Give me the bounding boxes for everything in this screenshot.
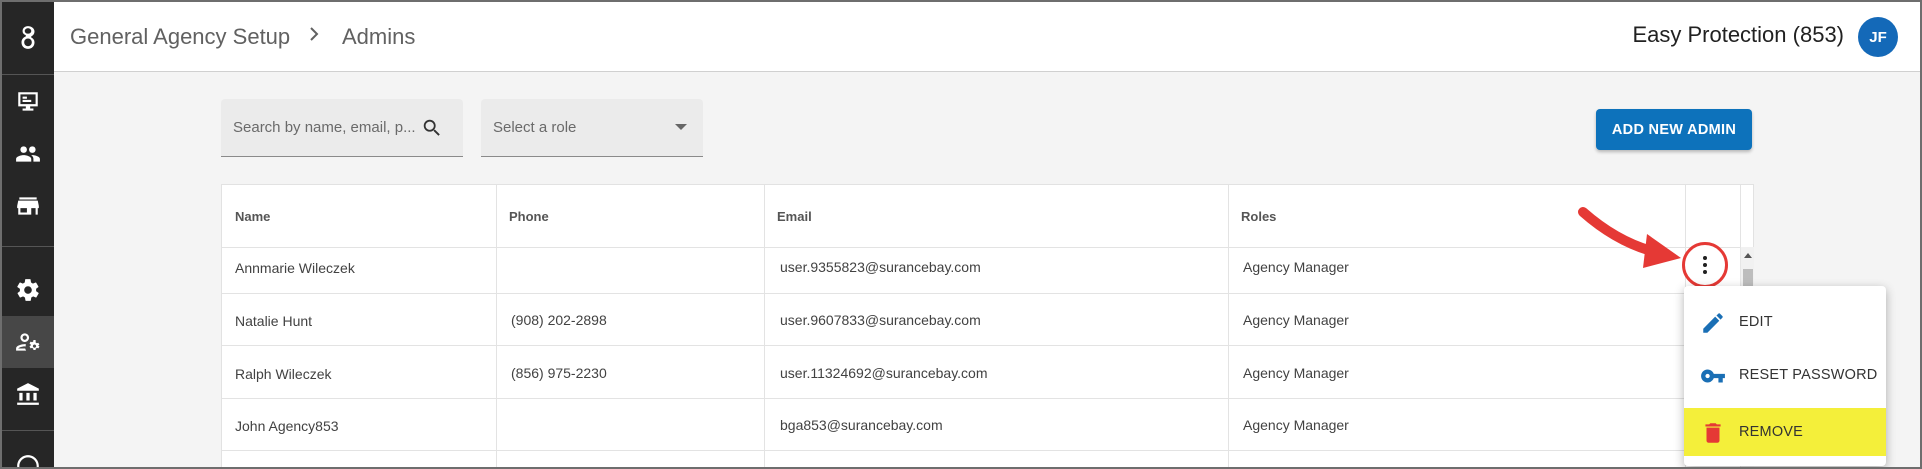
search-input[interactable]: Search by name, email, p... <box>233 119 416 136</box>
scroll-up-icon[interactable] <box>1744 253 1752 258</box>
role-select[interactable]: Select a role <box>481 99 703 157</box>
row-actions-menu: EDIT RESET PASSWORD REMOVE <box>1684 286 1886 466</box>
column-header-phone[interactable]: Phone <box>509 209 549 224</box>
menu-item-label: REMOVE <box>1739 424 1804 440</box>
sidebar-item-store[interactable] <box>2 180 54 232</box>
annotation-arrow-icon <box>1578 207 1681 268</box>
logo-icon <box>21 26 35 49</box>
cell-role: Agency Manager <box>1243 312 1349 328</box>
trash-icon <box>1705 423 1721 443</box>
column-header-roles[interactable]: Roles <box>1241 209 1276 224</box>
avatar[interactable]: JF <box>1858 17 1898 57</box>
column-header-email[interactable]: Email <box>777 209 812 224</box>
cell-email: bga853@surancebay.com <box>780 417 943 433</box>
cell-email: user.9607833@surancebay.com <box>780 312 981 328</box>
menu-item-label: EDIT <box>1739 314 1773 330</box>
sidebar-item-settings[interactable] <box>2 264 54 316</box>
people-icon <box>16 146 40 162</box>
cell-phone: (908) 202-2898 <box>511 312 607 328</box>
menu-item-label: RESET PASSWORD <box>1739 367 1878 383</box>
bank-icon <box>17 383 39 405</box>
sidebar-item-more[interactable] <box>2 440 54 467</box>
storefront-icon <box>17 197 39 215</box>
monitor-icon <box>18 92 38 111</box>
key-icon <box>1701 369 1725 383</box>
gear-icon <box>17 279 39 301</box>
app-window: General Agency Setup Admins Easy Protect… <box>2 2 1920 467</box>
search-field[interactable]: Search by name, email, p... <box>221 99 463 157</box>
add-new-admin-button[interactable]: ADD NEW ADMIN <box>1596 109 1752 150</box>
sidebar-item-dashboard[interactable] <box>2 76 54 128</box>
cell-name: Natalie Hunt <box>235 313 313 329</box>
cell-role: Agency Manager <box>1243 365 1349 381</box>
app-logo[interactable] <box>2 12 54 64</box>
circle-icon <box>17 455 39 467</box>
user-settings-icon <box>16 333 40 351</box>
cell-role: Agency Manager <box>1243 417 1349 433</box>
cell-phone: (856) 975-2230 <box>511 365 607 381</box>
admins-table: Name Phone Email Roles Annmarie Wileczek… <box>221 184 1754 467</box>
top-header: General Agency Setup Admins Easy Protect… <box>54 2 1920 72</box>
search-icon[interactable] <box>421 117 443 139</box>
role-select-placeholder: Select a role <box>493 119 577 136</box>
pencil-icon <box>1703 313 1723 333</box>
cell-name: Annmarie Wileczek <box>235 260 355 276</box>
cell-name: Ralph Wileczek <box>235 366 332 382</box>
cell-email: user.11324692@surancebay.com <box>780 365 988 381</box>
row-actions-button[interactable] <box>1682 242 1728 288</box>
breadcrumb-parent[interactable]: General Agency Setup <box>70 24 290 50</box>
menu-item-remove[interactable]: REMOVE <box>1684 408 1886 456</box>
cell-email: user.9355823@surancebay.com <box>780 259 981 275</box>
menu-item-reset-password[interactable]: RESET PASSWORD <box>1684 351 1886 399</box>
dropdown-caret-icon <box>675 124 687 130</box>
sidebar-item-admins[interactable] <box>2 316 54 368</box>
sidebar <box>2 2 54 467</box>
cell-role: Agency Manager <box>1243 259 1349 275</box>
chevron-right-icon <box>310 27 319 41</box>
more-vert-icon <box>1703 256 1707 274</box>
sidebar-item-people[interactable] <box>2 128 54 180</box>
sidebar-item-bank[interactable] <box>2 368 54 420</box>
cell-name: John Agency853 <box>235 418 339 434</box>
company-name: Easy Protection (853) <box>1632 22 1844 47</box>
menu-item-edit[interactable]: EDIT <box>1684 298 1886 346</box>
column-header-name[interactable]: Name <box>235 209 270 224</box>
breadcrumb-current: Admins <box>342 24 416 49</box>
